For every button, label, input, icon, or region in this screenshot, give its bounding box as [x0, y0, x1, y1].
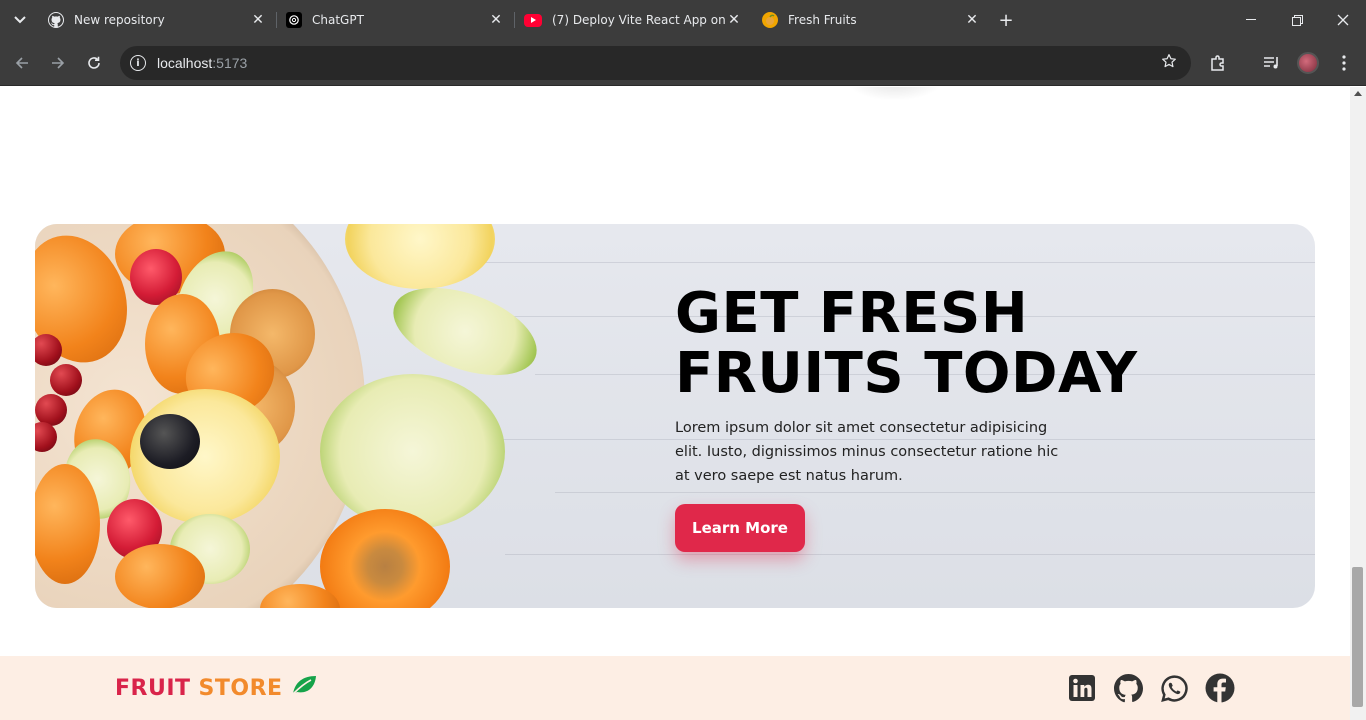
page-viewport: GET FRESH FRUITS TODAY Lorem ipsum dolor…	[0, 87, 1350, 720]
close-window-icon[interactable]	[1331, 8, 1355, 32]
reload-icon[interactable]	[82, 51, 106, 75]
tab-search-chevron-icon[interactable]	[8, 8, 32, 32]
promo-banner: GET FRESH FRUITS TODAY Lorem ipsum dolor…	[35, 224, 1315, 608]
banner-description: Lorem ipsum dolor sit amet consectetur a…	[675, 420, 1059, 484]
media-controls-icon[interactable]	[1260, 51, 1284, 75]
close-tab-icon[interactable]: ✕	[488, 12, 504, 28]
decorative-shadow	[845, 87, 945, 101]
apricot-slice	[115, 544, 205, 608]
facebook-icon[interactable]	[1204, 672, 1236, 704]
tab-title: Fresh Fruits	[788, 13, 857, 27]
scroll-thumb[interactable]	[1352, 567, 1363, 707]
fruit-store-logo[interactable]: FRUIT STORE	[115, 674, 317, 702]
close-tab-icon[interactable]: ✕	[726, 12, 742, 28]
logo-word-fruit: FRUIT	[115, 675, 191, 701]
url-host: localhost	[157, 55, 213, 71]
fruit-favicon-icon	[762, 12, 778, 28]
url-port: :5173	[212, 55, 248, 71]
headline-line-2: FRUITS TODAY	[675, 341, 1138, 406]
forward-arrow-icon[interactable]	[46, 51, 70, 75]
banner-headline: GET FRESH FRUITS TODAY	[675, 284, 1138, 404]
leaf-icon	[291, 674, 317, 702]
linkedin-icon[interactable]	[1066, 672, 1098, 704]
scroll-up-arrow-icon[interactable]	[1354, 91, 1362, 96]
apple-half	[320, 374, 505, 529]
tab-title: (7) Deploy Vite React App on Gi	[552, 13, 726, 27]
address-bar[interactable]: i localhost:5173	[120, 46, 1191, 80]
tab-strip: New repository ✕ ChatGPT ✕ (7) Deploy Vi…	[0, 0, 1366, 40]
close-tab-icon[interactable]: ✕	[250, 12, 266, 28]
profile-avatar[interactable]	[1297, 52, 1319, 74]
github-icon	[48, 12, 64, 28]
wood-grain-line	[455, 262, 1315, 263]
browser-toolbar: i localhost:5173	[0, 40, 1366, 86]
site-footer: FRUIT STORE	[0, 656, 1350, 720]
lemon-slice	[345, 224, 495, 289]
cherry	[50, 364, 82, 396]
tab-chatgpt[interactable]: ChatGPT ✕	[276, 4, 514, 36]
close-tab-icon[interactable]: ✕	[964, 12, 980, 28]
wood-grain-line	[505, 554, 1315, 555]
tab-title: ChatGPT	[312, 13, 364, 27]
site-info-icon[interactable]: i	[130, 55, 146, 71]
vertical-scrollbar[interactable]	[1350, 87, 1366, 720]
github-icon[interactable]	[1112, 672, 1144, 704]
bookmark-star-icon[interactable]	[1161, 53, 1177, 73]
back-arrow-icon[interactable]	[10, 51, 34, 75]
minimize-icon[interactable]	[1239, 8, 1263, 32]
youtube-icon	[524, 13, 542, 27]
tab-fresh-fruits[interactable]: Fresh Fruits ✕	[752, 4, 990, 36]
extensions-icon[interactable]	[1206, 51, 1230, 75]
blackberry	[140, 414, 200, 469]
restore-icon[interactable]	[1285, 8, 1309, 32]
tab-youtube-deploy[interactable]: (7) Deploy Vite React App on Gi ✕	[514, 4, 752, 36]
learn-more-button[interactable]: Learn More	[675, 504, 805, 552]
url-text[interactable]: localhost:5173	[157, 55, 247, 71]
tab-title: New repository	[74, 13, 165, 27]
logo-word-store: STORE	[198, 675, 283, 701]
tab-new-repository[interactable]: New repository ✕	[38, 4, 276, 36]
headline-line-1: GET FRESH	[675, 281, 1029, 346]
whatsapp-icon[interactable]	[1158, 672, 1190, 704]
chatgpt-icon	[286, 12, 302, 28]
more-menu-icon[interactable]	[1332, 51, 1356, 75]
wood-grain-line	[555, 492, 1315, 493]
new-tab-icon[interactable]: +	[996, 10, 1016, 31]
